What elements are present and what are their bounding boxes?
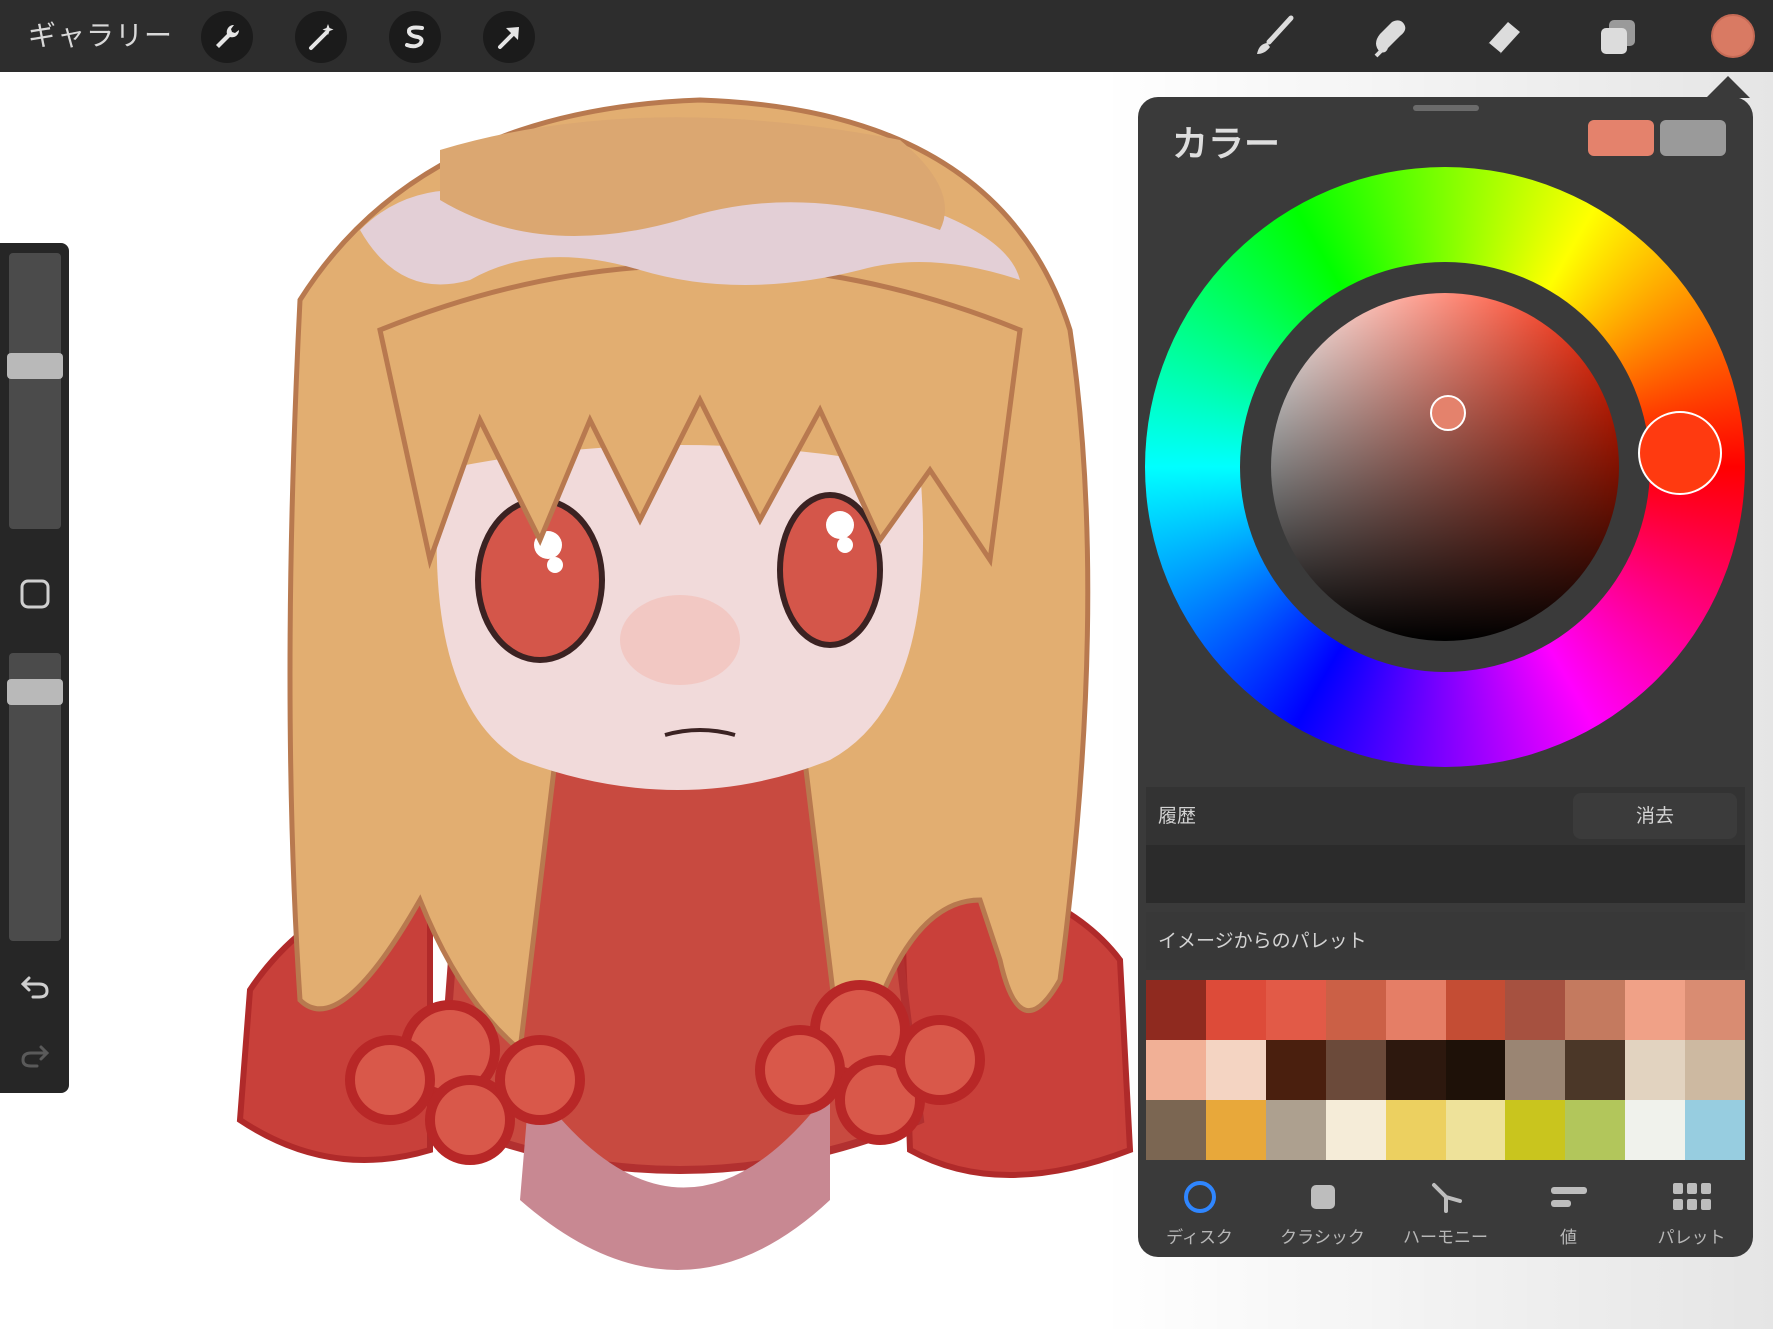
- panel-grabber[interactable]: [1413, 105, 1479, 111]
- value-sliders-icon: [1549, 1177, 1589, 1217]
- panel-title: カラー: [1172, 124, 1281, 165]
- popover-arrow: [1706, 76, 1750, 98]
- tab-palettes[interactable]: パレット: [1630, 1167, 1753, 1257]
- palette-swatch[interactable]: [1685, 1100, 1745, 1160]
- history-label: 履歴: [1158, 805, 1197, 827]
- palette-swatch[interactable]: [1205, 1040, 1266, 1100]
- undo-icon: [20, 976, 49, 999]
- adjustments-button[interactable]: [295, 11, 347, 63]
- harmony-icon: [1426, 1177, 1466, 1217]
- color-mode-tabs: ディスク クラシック ハーモニー 値 パレット: [1138, 1167, 1753, 1257]
- opacity-thumb[interactable]: [7, 679, 63, 705]
- palette-swatch[interactable]: [1565, 980, 1626, 1040]
- move-arrow-icon: [498, 27, 519, 49]
- tab-label: クラシック: [1280, 1228, 1365, 1248]
- secondary-color-swatch[interactable]: [1660, 120, 1726, 156]
- palette-swatch[interactable]: [1385, 980, 1446, 1040]
- history-swatches: [1146, 845, 1745, 903]
- hue-knob[interactable]: [1638, 411, 1722, 495]
- layers-button[interactable]: [1591, 10, 1645, 64]
- top-toolbar: ギャラリー: [0, 0, 1773, 72]
- brush-icon: [1257, 15, 1294, 54]
- palette-swatch[interactable]: [1325, 980, 1386, 1040]
- palette-swatch[interactable]: [1146, 1100, 1206, 1160]
- magic-wand-icon: [309, 24, 334, 50]
- palette-swatch[interactable]: [1445, 1040, 1506, 1100]
- tab-label: ハーモニー: [1403, 1228, 1488, 1248]
- current-color-button[interactable]: [1711, 14, 1755, 58]
- palette-grid-icon: [1672, 1177, 1712, 1217]
- selection-s-icon: [405, 25, 424, 49]
- tab-label: パレット: [1657, 1228, 1726, 1248]
- palette-swatch[interactable]: [1265, 1040, 1326, 1100]
- clear-history-button[interactable]: 消去: [1573, 793, 1737, 839]
- palette-swatch[interactable]: [1385, 1040, 1446, 1100]
- redo-icon: [21, 1045, 50, 1068]
- square-icon: [1303, 1177, 1343, 1217]
- palette-header: イメージからのパレット: [1146, 912, 1745, 970]
- color-panel: カラー 履歴 消去 イメージからのパレット ディスク クラシック ハーモニー 値…: [1138, 97, 1753, 1257]
- transform-button[interactable]: [483, 11, 535, 63]
- palette-swatch[interactable]: [1565, 1040, 1626, 1100]
- tab-value[interactable]: 値: [1507, 1167, 1630, 1257]
- layers-icon: [1601, 20, 1635, 54]
- palette-swatch[interactable]: [1625, 1100, 1686, 1160]
- eraser-icon: [1487, 22, 1520, 56]
- color-disc[interactable]: [1145, 167, 1745, 767]
- image-palette: [1146, 980, 1745, 1160]
- disc-icon: [1180, 1177, 1220, 1217]
- saturation-knob[interactable]: [1430, 395, 1466, 431]
- actions-button[interactable]: [201, 11, 253, 63]
- palette-swatch[interactable]: [1146, 1040, 1206, 1100]
- palette-swatch[interactable]: [1625, 1040, 1686, 1100]
- palette-swatch[interactable]: [1685, 980, 1745, 1040]
- palette-swatch[interactable]: [1625, 980, 1686, 1040]
- smudge-button[interactable]: [1362, 10, 1416, 64]
- palette-swatch[interactable]: [1265, 1100, 1326, 1160]
- palette-swatch[interactable]: [1505, 1040, 1566, 1100]
- modify-button[interactable]: [14, 573, 56, 615]
- palette-swatch[interactable]: [1325, 1040, 1386, 1100]
- sidebar: [0, 243, 69, 1093]
- tab-label: 値: [1560, 1228, 1577, 1248]
- primary-color-swatch[interactable]: [1588, 120, 1654, 156]
- tab-harmony[interactable]: ハーモニー: [1384, 1167, 1507, 1257]
- palette-swatch[interactable]: [1205, 980, 1266, 1040]
- selection-button[interactable]: [389, 11, 441, 63]
- opacity-slider[interactable]: [7, 653, 63, 941]
- smudge-icon: [1374, 20, 1406, 58]
- brush-size-thumb[interactable]: [7, 353, 63, 379]
- redo-button[interactable]: [14, 1033, 56, 1075]
- tab-disc[interactable]: ディスク: [1138, 1167, 1261, 1257]
- square-icon: [20, 579, 50, 609]
- palette-swatch[interactable]: [1565, 1100, 1626, 1160]
- cheek: [620, 595, 740, 685]
- eraser-button[interactable]: [1476, 10, 1530, 64]
- wrench-icon: [216, 24, 240, 48]
- palette-swatch[interactable]: [1385, 1100, 1446, 1160]
- palette-swatch[interactable]: [1445, 980, 1506, 1040]
- brush-size-slider[interactable]: [7, 253, 63, 529]
- palette-swatch[interactable]: [1445, 1100, 1506, 1160]
- brush-button[interactable]: [1247, 10, 1301, 64]
- palette-swatch[interactable]: [1685, 1040, 1745, 1100]
- gallery-button[interactable]: ギャラリー: [28, 14, 173, 58]
- saturation-disc[interactable]: [1271, 293, 1619, 641]
- palette-swatch[interactable]: [1325, 1100, 1386, 1160]
- palette-swatch[interactable]: [1505, 1100, 1566, 1160]
- palette-swatch[interactable]: [1505, 980, 1566, 1040]
- tab-label: ディスク: [1166, 1228, 1233, 1248]
- undo-button[interactable]: [14, 964, 56, 1006]
- history-header: 履歴 消去: [1146, 787, 1745, 845]
- palette-swatch[interactable]: [1146, 980, 1206, 1040]
- palette-label: イメージからのパレット: [1158, 930, 1367, 952]
- palette-swatch[interactable]: [1265, 980, 1326, 1040]
- palette-swatch[interactable]: [1205, 1100, 1266, 1160]
- tab-classic[interactable]: クラシック: [1261, 1167, 1384, 1257]
